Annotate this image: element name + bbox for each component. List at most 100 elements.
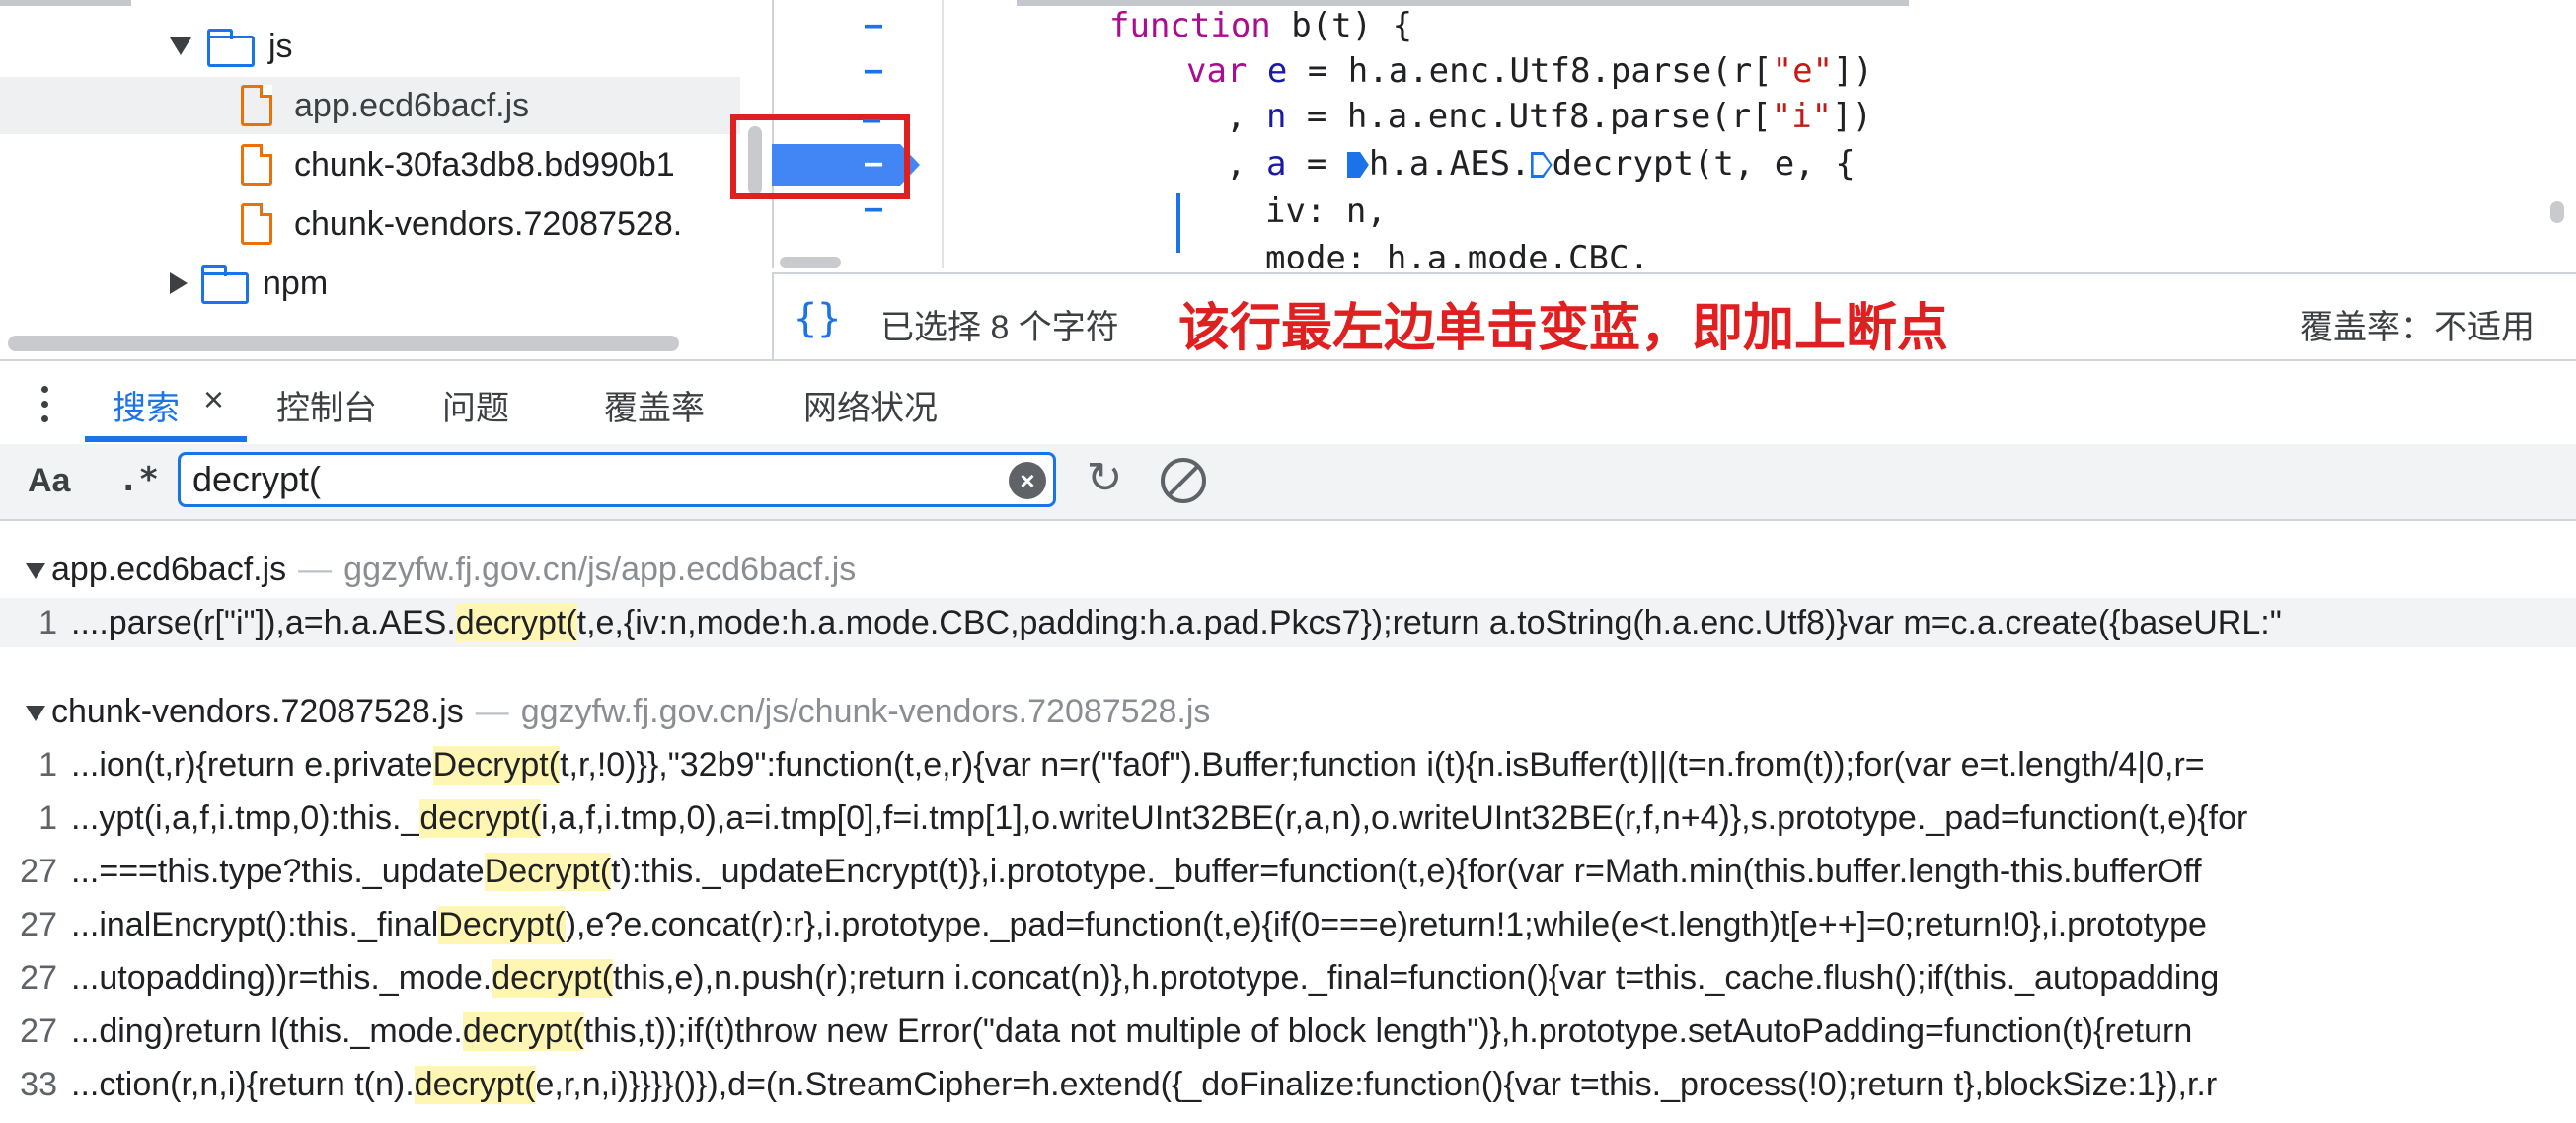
code-line[interactable]: iv: n, <box>1265 191 1387 231</box>
indent-guide <box>1176 193 1180 253</box>
match-highlight: decrypt( <box>462 1011 584 1051</box>
match-highlight: decrypt( <box>492 958 614 998</box>
line-number: 27 <box>20 852 57 890</box>
code-line-breakpoint[interactable]: , a = h.a.AES. decrypt(t, e, { <box>1226 144 1856 184</box>
drawer-tab-bar: 搜索 × 控制台 问题 覆盖率 网络状况 <box>0 359 2576 446</box>
inline-breakpoint-icon[interactable] <box>1346 152 1369 178</box>
editor-top-scroll-indicator <box>1017 0 1909 6</box>
match-case-toggle[interactable]: Aa <box>28 462 70 500</box>
tree-file-chunk-vendors[interactable]: chunk-vendors.72087528. <box>0 195 740 253</box>
pretty-print-button[interactable]: {} <box>794 296 841 341</box>
result-row[interactable]: 1 ....parse(r["i"]),a=h.a.AES. decrypt(t,e… <box>0 598 2576 647</box>
result-text: ...ypt(i,a,f,i.tmp,0):this._ <box>71 798 420 837</box>
string-literal: "i" <box>1771 97 1833 136</box>
search-input[interactable] <box>178 452 1056 507</box>
code-line[interactable]: var e = h.a.enc.Utf8.parse(r["e"]) <box>1186 51 1873 91</box>
result-text: t,r,!0)}},"32b9":function(t,e,r){var n=r… <box>560 745 2205 784</box>
search-toolbar: Aa .* × ↻ <box>0 444 2576 521</box>
chevron-right-icon[interactable] <box>170 272 188 294</box>
code-line[interactable]: mode: h.a.mode.CBC, <box>1265 239 1649 268</box>
tab-search[interactable]: 搜索 <box>113 381 180 429</box>
result-row[interactable]: 27 ...===this.type?this._update Decrypt(t)… <box>0 847 2576 896</box>
line-number: 1 <box>38 603 57 641</box>
code-text: = h.a.enc.Utf8.parse(r[ <box>1286 97 1772 136</box>
code-line[interactable]: function b(t) { <box>1109 6 1412 45</box>
result-row[interactable]: 27 ...ding)return l(this._mode. decrypt(th… <box>0 1007 2576 1056</box>
code-text: , <box>1226 144 1266 184</box>
result-file-url: ggzyfw.fj.gov.cn/js/chunk-vendors.720875… <box>520 693 1211 730</box>
file-icon <box>241 203 272 245</box>
variable: a <box>1265 144 1287 184</box>
clear-results-icon[interactable] <box>1161 458 1206 503</box>
search-results: app.ecd6bacf.js — ggzyfw.fj.gov.cn/js/app.… <box>0 521 2576 1123</box>
result-file-header[interactable]: app.ecd6bacf.js — ggzyfw.fj.gov.cn/js/app.… <box>26 551 856 589</box>
code-text: decrypt(t, e, { <box>1552 144 1856 184</box>
tree-file-app[interactable]: app.ecd6bacf.js <box>0 77 740 134</box>
code-line[interactable]: , n = h.a.enc.Utf8.parse(r["i"]) <box>1226 97 1872 136</box>
tab-coverage[interactable]: 覆盖率 <box>604 381 705 429</box>
coverage-status: 覆盖率：不适用 <box>2300 309 2535 346</box>
result-text: e,r,n,i)}}}}()}),d=(n.StreamCipher=h.ext… <box>535 1065 2218 1103</box>
tree-file-label: app.ecd6bacf.js <box>294 86 530 124</box>
code-text: , <box>1226 97 1266 136</box>
match-highlight: Decrypt( <box>484 852 612 891</box>
line-number: 33 <box>20 1065 57 1103</box>
tree-folder-npm[interactable]: npm <box>0 255 740 312</box>
file-icon <box>241 85 272 126</box>
result-text: t,e,{iv:n,mode:h.a.mode.CBC,padding:h.a.… <box>576 603 2282 641</box>
result-text: ...ding)return l(this._mode. <box>71 1011 463 1050</box>
file-icon <box>241 144 272 186</box>
result-file-header[interactable]: chunk-vendors.72087528.js — ggzyfw.fj.gov.… <box>26 693 1210 731</box>
variable: e <box>1247 51 1288 91</box>
refresh-icon[interactable]: ↻ <box>1080 454 1129 503</box>
match-highlight: decrypt( <box>414 1065 536 1104</box>
gutter-line-marker[interactable]: – <box>865 53 882 88</box>
regex-toggle[interactable]: .* <box>118 460 159 499</box>
tree-horizontal-scrollbar[interactable] <box>8 336 679 351</box>
tab-console[interactable]: 控制台 <box>276 381 377 429</box>
chevron-down-icon[interactable] <box>26 563 45 580</box>
result-row[interactable]: 1 ...ypt(i,a,f,i.tmp,0):this._ decrypt(i,a… <box>0 793 2576 843</box>
line-number: 27 <box>20 1011 57 1050</box>
result-row[interactable]: 33 ...ction(r,n,i){return t(n). decrypt(e,… <box>0 1060 2576 1109</box>
tree-folder-label: js <box>268 27 293 65</box>
tab-network-conditions[interactable]: 网络状况 <box>803 381 938 429</box>
variable: n <box>1265 97 1287 136</box>
clear-input-icon[interactable]: × <box>1009 462 1046 499</box>
close-icon[interactable]: × <box>203 379 224 420</box>
result-file-name: chunk-vendors.72087528.js <box>51 693 464 730</box>
line-number: 1 <box>38 798 57 837</box>
tree-folder-label: npm <box>263 263 329 302</box>
tab-issues[interactable]: 问题 <box>442 381 509 429</box>
result-text: ...utopadding))r=this._mode. <box>71 958 492 997</box>
tree-file-label: chunk-30fa3db8.bd990b1 <box>294 145 675 184</box>
editor-vertical-scrollbar[interactable] <box>2550 201 2564 223</box>
gutter-line-marker[interactable]: – <box>865 8 882 42</box>
more-menu-icon[interactable] <box>39 383 49 426</box>
result-row[interactable]: 1 ...ion(t,r){return e.private Decrypt(t,r… <box>0 740 2576 789</box>
annotation-text: 该行最左边单击变蓝，即加上断点 <box>1178 300 1949 357</box>
result-file-name: app.ecd6bacf.js <box>51 551 287 588</box>
code-text: ]) <box>1833 51 1874 91</box>
chevron-down-icon[interactable] <box>170 37 191 55</box>
chevron-down-icon[interactable] <box>26 706 45 722</box>
tree-top-scroll-indicator <box>0 0 131 6</box>
result-row[interactable]: 27 ...inalEncrypt():this._final Decrypt(),… <box>0 900 2576 949</box>
editor-horizontal-scrollbar[interactable] <box>780 257 841 268</box>
gutter-line-marker[interactable]: – <box>863 103 880 137</box>
tree-folder-js[interactable]: js <box>0 18 740 75</box>
result-row[interactable]: 27 ...utopadding))r=this._mode. decrypt(th… <box>0 953 2576 1003</box>
match-highlight: Decrypt( <box>438 905 566 944</box>
inline-breakpoint-outline-icon[interactable] <box>1530 152 1553 178</box>
tree-file-chunk-30fa3db8[interactable]: chunk-30fa3db8.bd990b1 <box>0 136 740 193</box>
selection-info: 已选择 8 个字符 <box>880 309 1119 346</box>
code-text: = h.a.enc.Utf8.parse(r[ <box>1287 51 1773 91</box>
keyword: var <box>1186 51 1248 91</box>
match-highlight: decrypt( <box>419 798 542 838</box>
result-text: i,a,f,i.tmp,0),a=i.tmp[0],f=i.tmp[1],o.w… <box>541 798 2248 837</box>
annotation-highlight-box <box>730 114 910 199</box>
result-text: ),e?e.concat(r):r},i.prototype._pad=func… <box>565 905 2207 943</box>
code-text: h.a.AES. <box>1368 144 1531 184</box>
code-text: ]) <box>1832 97 1873 136</box>
string-literal: "e" <box>1772 51 1834 91</box>
